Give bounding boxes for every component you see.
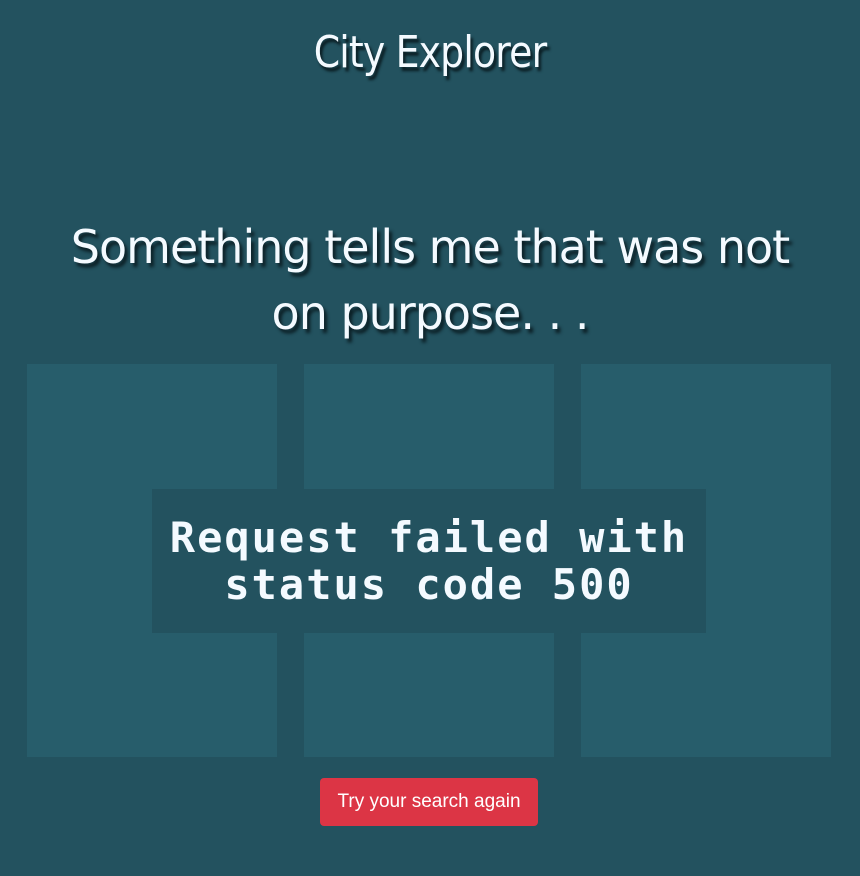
error-message-box: Request failed with status code 500 — [152, 489, 706, 633]
error-message: Request failed with status code 500 — [169, 513, 689, 609]
error-page: City Explorer Something tells me that wa… — [0, 0, 860, 876]
app-title: City Explorer — [313, 27, 547, 78]
retry-search-button[interactable]: Try your search again — [320, 778, 538, 826]
error-heading: Something tells me that was not on purpo… — [70, 220, 790, 340]
